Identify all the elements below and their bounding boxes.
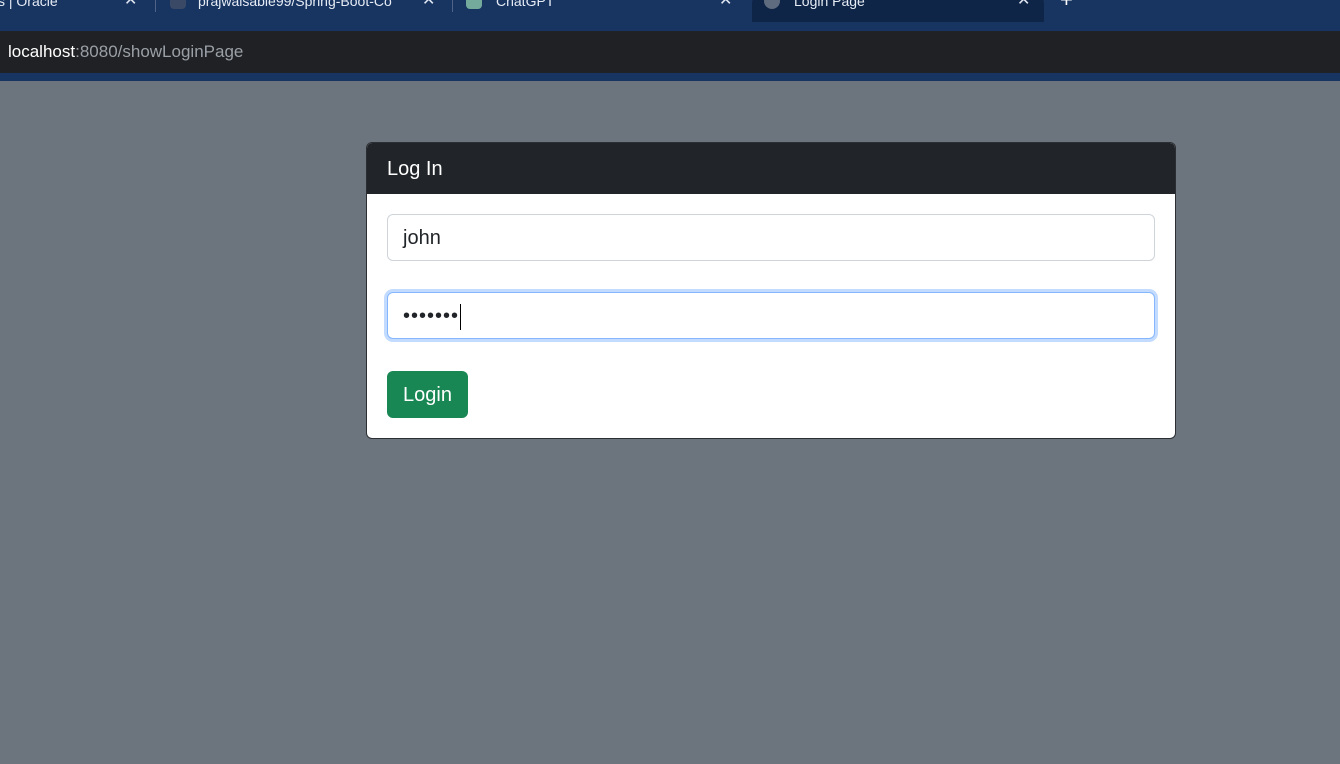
- tab-label: Login Page: [794, 0, 865, 9]
- tab-login-page[interactable]: Login Page ✕: [752, 0, 1044, 22]
- login-button[interactable]: Login: [387, 371, 468, 418]
- address-path: :8080/showLoginPage: [75, 42, 244, 61]
- browser-toolbar: localhost:8080/showLoginPage: [0, 23, 1340, 81]
- tab-chatgpt[interactable]: ChatGPT ✕: [462, 0, 742, 22]
- tab-github[interactable]: prajwalsable99/Spring-Boot-Co ✕: [166, 0, 446, 22]
- close-icon[interactable]: ✕: [1017, 0, 1030, 10]
- card-title: Log In: [367, 143, 1175, 194]
- close-icon[interactable]: ✕: [124, 0, 137, 10]
- github-icon: [170, 0, 186, 9]
- tab-oracle[interactable]: s | Oracle ✕: [0, 0, 150, 22]
- password-input[interactable]: •••••••: [387, 292, 1155, 339]
- login-card: Log In john ••••••• Login: [366, 142, 1176, 439]
- chatgpt-icon: [466, 0, 482, 9]
- tab-label: s | Oracle: [0, 0, 58, 9]
- address-bar[interactable]: localhost:8080/showLoginPage: [0, 31, 1340, 73]
- tab-label: ChatGPT: [496, 0, 555, 9]
- password-value: •••••••: [403, 305, 460, 327]
- username-input[interactable]: john: [387, 214, 1155, 261]
- text-caret: [460, 303, 462, 330]
- globe-icon: [764, 0, 780, 9]
- browser-tab-strip: s | Oracle ✕ prajwalsable99/Spring-Boot-…: [0, 0, 1340, 23]
- tab-divider: [155, 0, 156, 12]
- address-host: localhost: [8, 42, 76, 61]
- address-url: localhost:8080/showLoginPage: [8, 31, 243, 73]
- tab-divider: [452, 0, 453, 12]
- close-icon[interactable]: ✕: [422, 0, 435, 10]
- username-value: john: [403, 227, 441, 249]
- new-tab-icon[interactable]: +: [1060, 0, 1073, 11]
- close-icon[interactable]: ✕: [719, 0, 732, 10]
- tab-label: prajwalsable99/Spring-Boot-Co: [198, 0, 392, 9]
